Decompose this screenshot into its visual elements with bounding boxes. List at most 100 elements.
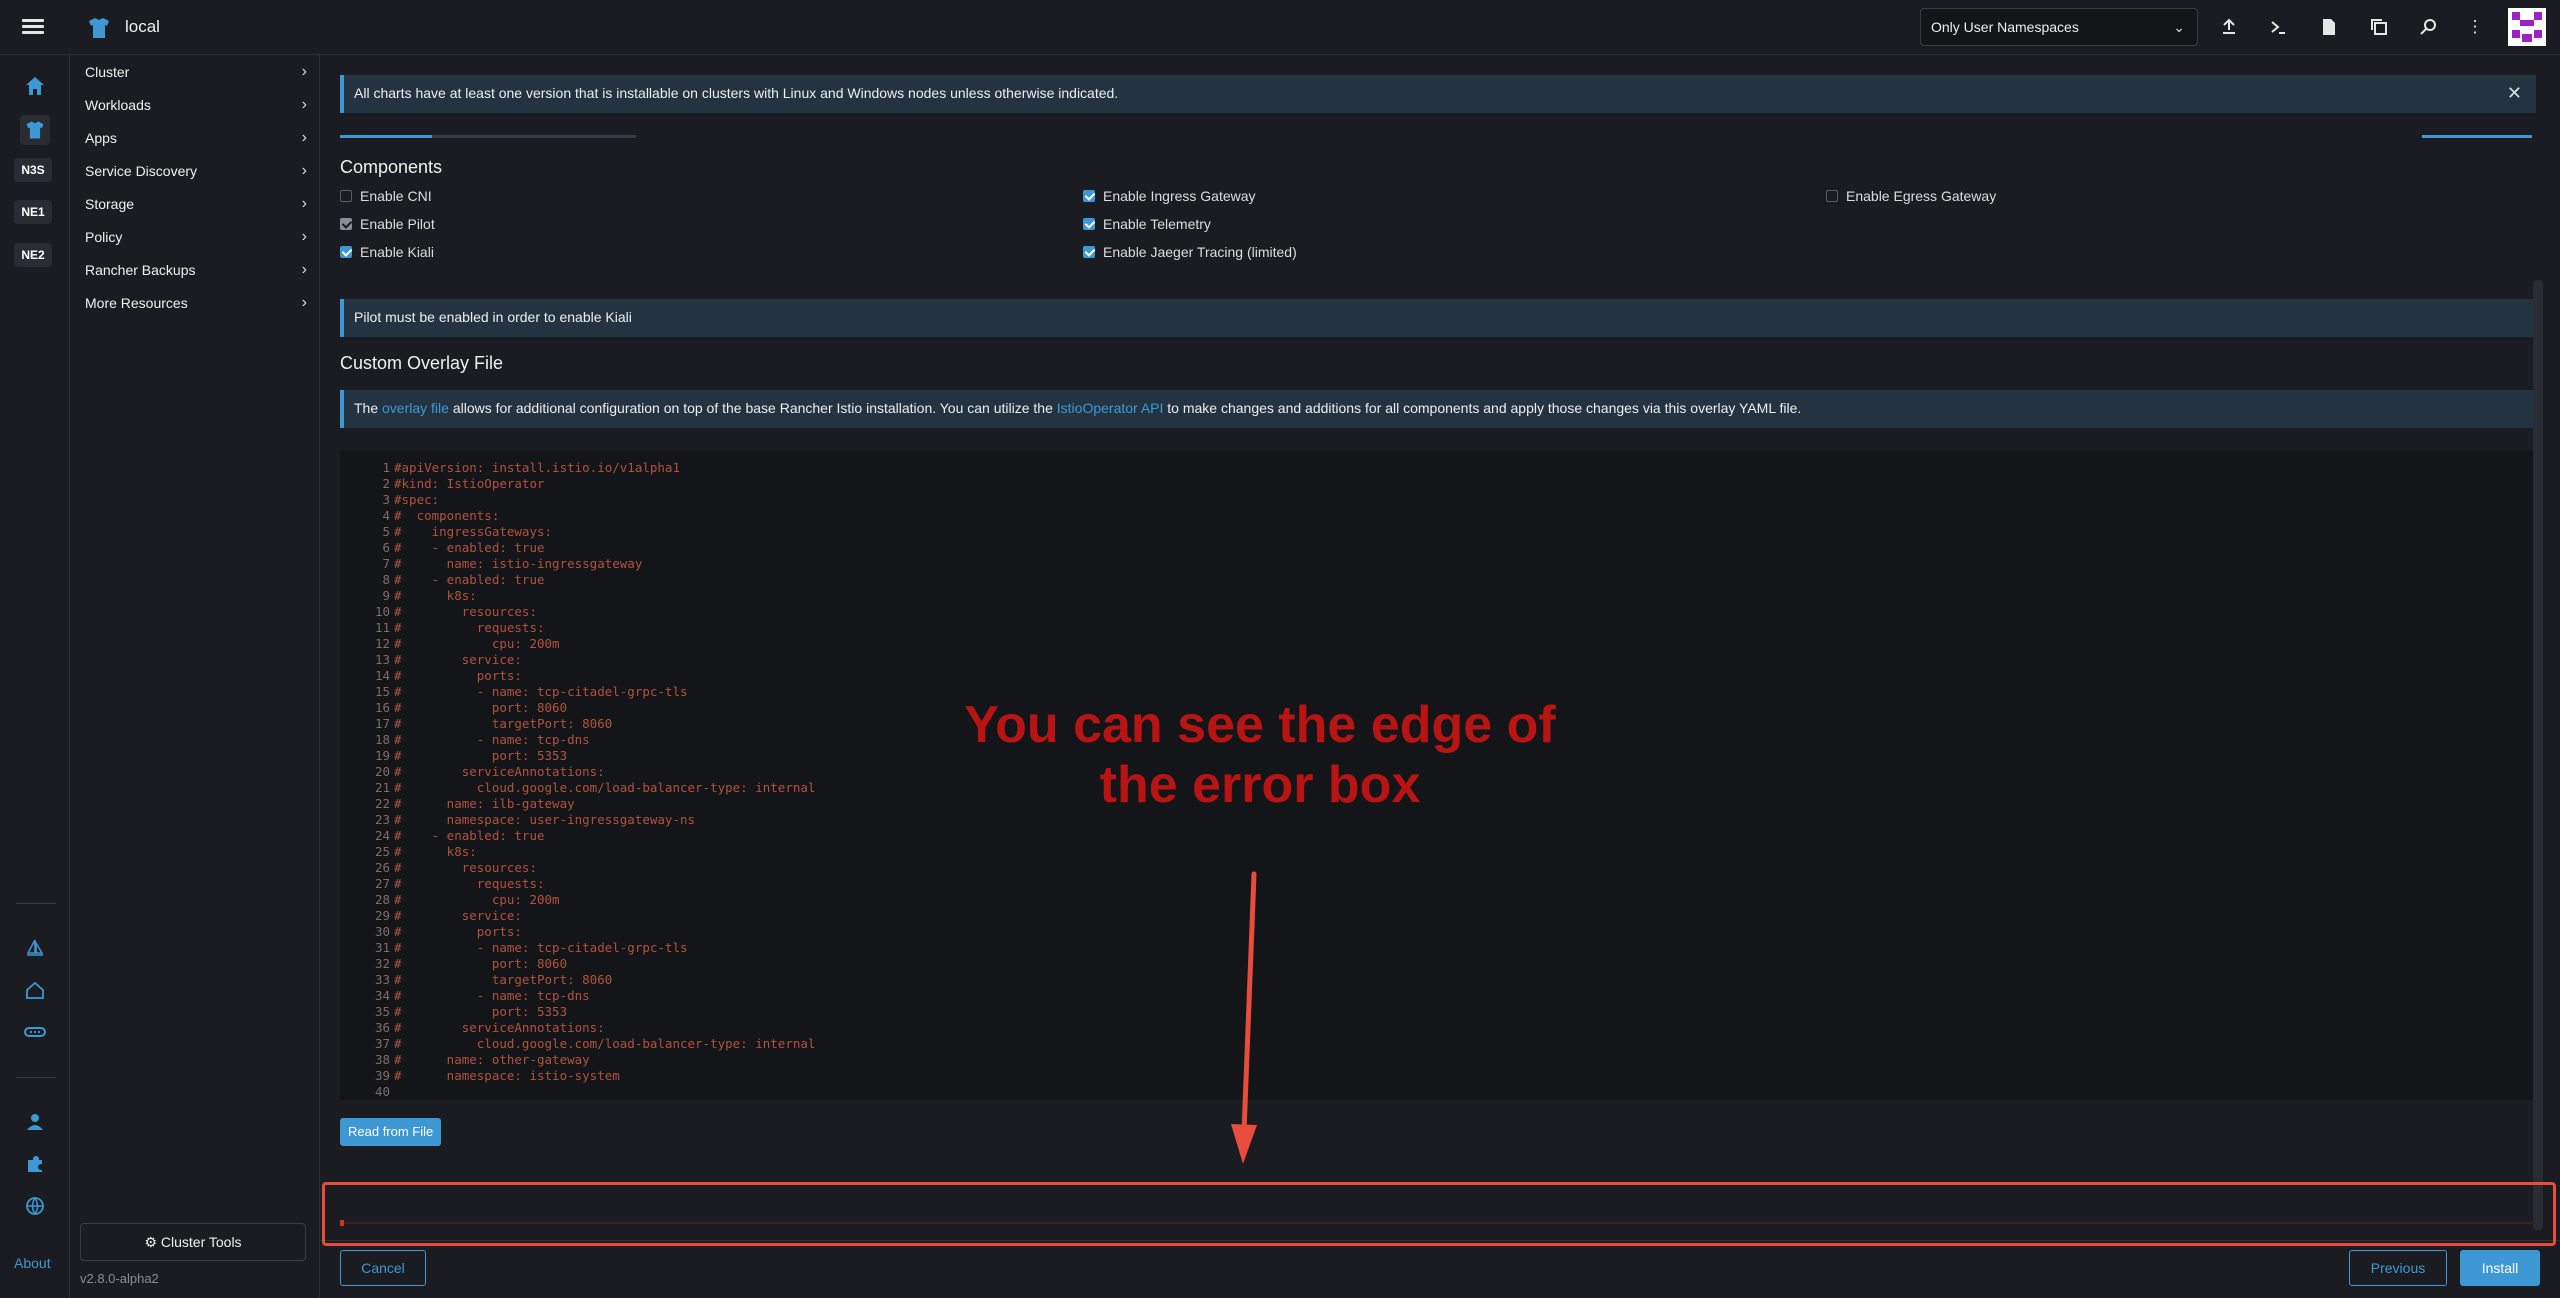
avatar[interactable]	[2508, 8, 2546, 46]
code-text: #kind: IstioOperator	[394, 476, 545, 491]
scrollbar[interactable]	[2533, 280, 2543, 1230]
namespace-filter-select[interactable]: Only User Namespaces ⌄	[1920, 8, 2198, 46]
annotation-line-2: the error box	[1099, 756, 1421, 814]
search-icon[interactable]	[2416, 14, 2442, 40]
annotation-arrow	[1231, 871, 1257, 1164]
nav-item-more-resources[interactable]: More Resources ›	[85, 288, 307, 318]
cluster-badge-ne1[interactable]: NE1	[14, 200, 52, 224]
install-button[interactable]: Install	[2460, 1250, 2540, 1286]
code-line: 36 # serviceAnnotations:	[340, 1020, 2536, 1036]
chevron-right-icon: ›	[301, 96, 307, 113]
nav-item-rancher-backups[interactable]: Rancher Backups ›	[85, 255, 307, 285]
line-number: 26	[374, 860, 390, 875]
overlay-file-link[interactable]: overlay file	[382, 400, 449, 416]
read-from-file-button[interactable]: Read from File	[340, 1118, 442, 1146]
code-line: 14 # ports:	[340, 668, 2536, 684]
code-line: 26 # resources:	[340, 860, 2536, 876]
checkbox-enable-telemetry[interactable]: Enable Telemetry	[1083, 214, 1211, 234]
checkbox-box[interactable]	[1083, 246, 1095, 259]
code-line: 3 #spec:	[340, 492, 2536, 508]
code-line: 33 # targetPort: 8060	[340, 972, 2536, 988]
checkbox-box[interactable]	[1826, 190, 1838, 203]
kubeconfig-file-icon[interactable]	[2316, 14, 2342, 40]
code-text: # port: 5353	[394, 748, 568, 763]
chevron-right-icon: ›	[301, 294, 307, 311]
fleet-sail-icon[interactable]	[20, 933, 50, 963]
line-number: 29	[374, 908, 390, 923]
checkbox-enable-cni[interactable]: Enable CNI	[340, 186, 432, 206]
line-number: 38	[374, 1052, 390, 1067]
annotation-highlight-box	[322, 1182, 2556, 1246]
code-line: 6 # - enabled: true	[340, 540, 2536, 556]
nav-item-label: Rancher Backups	[85, 262, 196, 278]
code-text: # - name: tcp-dns	[394, 732, 590, 747]
namespace-filter-value: Only User Namespaces	[1931, 19, 2079, 35]
upload-icon[interactable]	[2216, 14, 2242, 40]
custom-overlay-heading: Custom Overlay File	[340, 353, 504, 373]
extensions-link-icon[interactable]	[20, 1017, 50, 1047]
line-number: 1	[382, 460, 390, 475]
puzzle-extensions-icon[interactable]	[20, 1149, 50, 1179]
checkbox-box[interactable]	[1083, 190, 1095, 203]
cluster-explorer-icon[interactable]	[20, 115, 50, 145]
previous-button[interactable]: Previous	[2349, 1250, 2447, 1286]
chevron-right-icon: ›	[301, 63, 307, 80]
cluster-badge-n3s[interactable]: N3S	[14, 158, 52, 182]
line-number: 23	[374, 812, 390, 827]
home-icon[interactable]	[20, 71, 50, 101]
globe-icon[interactable]	[20, 1191, 50, 1221]
line-number: 40	[374, 1084, 390, 1099]
step-tab-indicator-right	[2422, 135, 2532, 138]
cluster-badge-ne2[interactable]: NE2	[14, 243, 52, 267]
cluster-logo-icon	[89, 18, 109, 38]
checkbox-box[interactable]	[340, 190, 352, 203]
close-icon[interactable]: ✕	[2507, 75, 2522, 111]
virtualization-home-icon[interactable]	[20, 975, 50, 1005]
line-number: 3	[382, 492, 390, 507]
code-line: 28 # cpu: 200m	[340, 892, 2536, 908]
kubectl-shell-icon[interactable]	[2265, 14, 2291, 40]
nav-item-apps[interactable]: Apps ›	[85, 123, 307, 153]
line-number: 4	[382, 508, 390, 523]
nav-item-cluster[interactable]: Cluster ›	[85, 57, 307, 87]
line-number: 27	[374, 876, 390, 891]
code-text: # cpu: 200m	[394, 636, 560, 651]
nav-item-policy[interactable]: Policy ›	[85, 222, 307, 252]
checkbox-enable-pilot[interactable]: Enable Pilot	[340, 214, 435, 234]
top-header: local Only User Namespaces ⌄ ⋮	[0, 0, 2560, 55]
nav-item-storage[interactable]: Storage ›	[85, 189, 307, 219]
main-content: All charts have at least one version tha…	[320, 55, 2560, 1298]
chevron-right-icon: ›	[301, 261, 307, 278]
more-options-icon[interactable]: ⋮	[2462, 14, 2488, 40]
code-text: # name: istio-ingressgateway	[394, 556, 643, 571]
line-number: 36	[374, 1020, 390, 1035]
checkbox-enable-ingress-gateway[interactable]: Enable Ingress Gateway	[1083, 186, 1256, 206]
nav-item-label: Apps	[85, 130, 117, 146]
istio-operator-api-link[interactable]: IstioOperator API	[1057, 400, 1164, 416]
code-text: #apiVersion: install.istio.io/v1alpha1	[394, 460, 680, 475]
line-number: 14	[374, 668, 390, 683]
overlay-info-text: to make changes and additions for all co…	[1163, 400, 1802, 416]
code-line: 27 # requests:	[340, 876, 2536, 892]
cancel-button[interactable]: Cancel	[340, 1250, 426, 1286]
nav-item-workloads[interactable]: Workloads ›	[85, 90, 307, 120]
checkbox-box[interactable]	[340, 218, 352, 231]
copy-kubeconfig-icon[interactable]	[2366, 14, 2392, 40]
checkbox-enable-jaeger-tracing[interactable]: Enable Jaeger Tracing (limited)	[1083, 242, 1297, 262]
user-icon[interactable]	[20, 1107, 50, 1137]
menu-icon[interactable]	[22, 16, 44, 38]
code-text: # ingressGateways:	[394, 524, 553, 539]
nav-item-label: Cluster	[85, 64, 130, 80]
line-number: 11	[374, 620, 390, 635]
cluster-tools-button[interactable]: ⚙ Cluster Tools	[80, 1223, 306, 1261]
checkbox-enable-egress-gateway[interactable]: Enable Egress Gateway	[1826, 186, 1996, 206]
about-link[interactable]: About	[14, 1255, 51, 1271]
checkbox-box[interactable]	[1083, 218, 1095, 231]
line-number: 33	[374, 972, 390, 987]
checkbox-box[interactable]	[340, 246, 352, 259]
code-text: # resources:	[394, 604, 537, 619]
line-number: 9	[382, 588, 390, 603]
checkbox-enable-kiali[interactable]: Enable Kiali	[340, 242, 434, 262]
checkbox-label: Enable Telemetry	[1103, 216, 1211, 232]
nav-item-service-discovery[interactable]: Service Discovery ›	[85, 156, 307, 186]
